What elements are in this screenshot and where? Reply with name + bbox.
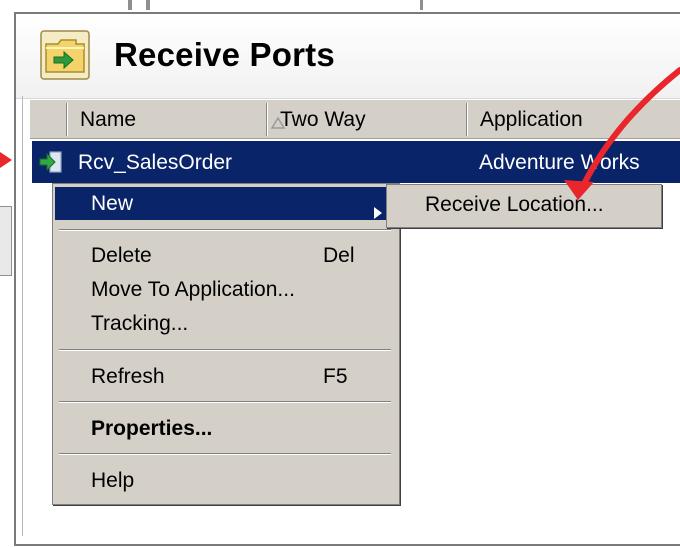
annotation-arrow-left [0, 152, 12, 168]
folder-arrow-icon [40, 30, 90, 80]
new-submenu: Receive Location... [386, 184, 662, 228]
menu-item-label: Help [91, 469, 135, 492]
menu-item-new[interactable]: New [55, 187, 395, 220]
menu-separator [59, 453, 391, 455]
menu-item-label: Move To Application... [91, 278, 295, 301]
menu-item-delete[interactable]: Delete Del [55, 239, 395, 272]
menu-separator [59, 229, 391, 231]
column-separator[interactable] [466, 103, 468, 136]
background-divider [420, 0, 423, 10]
column-separator [66, 103, 68, 136]
row-application-cell: Adventure Works [479, 151, 640, 174]
table-row-selected[interactable]: Rcv_SalesOrder Adventure Works [32, 141, 680, 183]
background-left-tab [0, 206, 12, 276]
column-header-application[interactable]: Application [480, 100, 583, 138]
column-header-two-way[interactable]: Two Way [280, 100, 366, 138]
background-divider [128, 0, 132, 10]
menu-item-label: Tracking... [91, 312, 189, 335]
menu-item-label: Delete [91, 244, 152, 267]
menu-item-receive-location[interactable]: Receive Location... [425, 185, 604, 225]
menu-item-refresh[interactable]: Refresh F5 [55, 360, 395, 393]
column-header-bar: Name Two Way Application [30, 100, 680, 139]
menu-item-tracking[interactable]: Tracking... [55, 307, 395, 340]
menu-item-move-to-application[interactable]: Move To Application... [55, 273, 395, 306]
receive-port-icon [38, 149, 64, 175]
menu-separator [59, 349, 391, 351]
menu-item-label: Refresh [91, 365, 165, 388]
menu-item-label: Properties... [91, 417, 213, 440]
row-name-cell: Rcv_SalesOrder [78, 151, 233, 174]
menu-item-help[interactable]: Help [55, 464, 395, 497]
column-header-name[interactable]: Name [80, 100, 136, 138]
menu-item-label: New [91, 192, 134, 215]
background-divider [146, 0, 150, 10]
menu-separator [59, 401, 391, 403]
menu-item-properties[interactable]: Properties... [55, 412, 395, 445]
page-title: Receive Ports [114, 36, 335, 73]
submenu-arrow-icon [373, 197, 383, 219]
menu-item-shortcut: F5 [323, 365, 348, 388]
background-window-strip [0, 0, 680, 10]
column-separator[interactable] [266, 103, 268, 136]
menu-item-shortcut: Del [323, 244, 355, 267]
context-menu: New Delete Del Move To Application... Tr… [52, 183, 400, 505]
